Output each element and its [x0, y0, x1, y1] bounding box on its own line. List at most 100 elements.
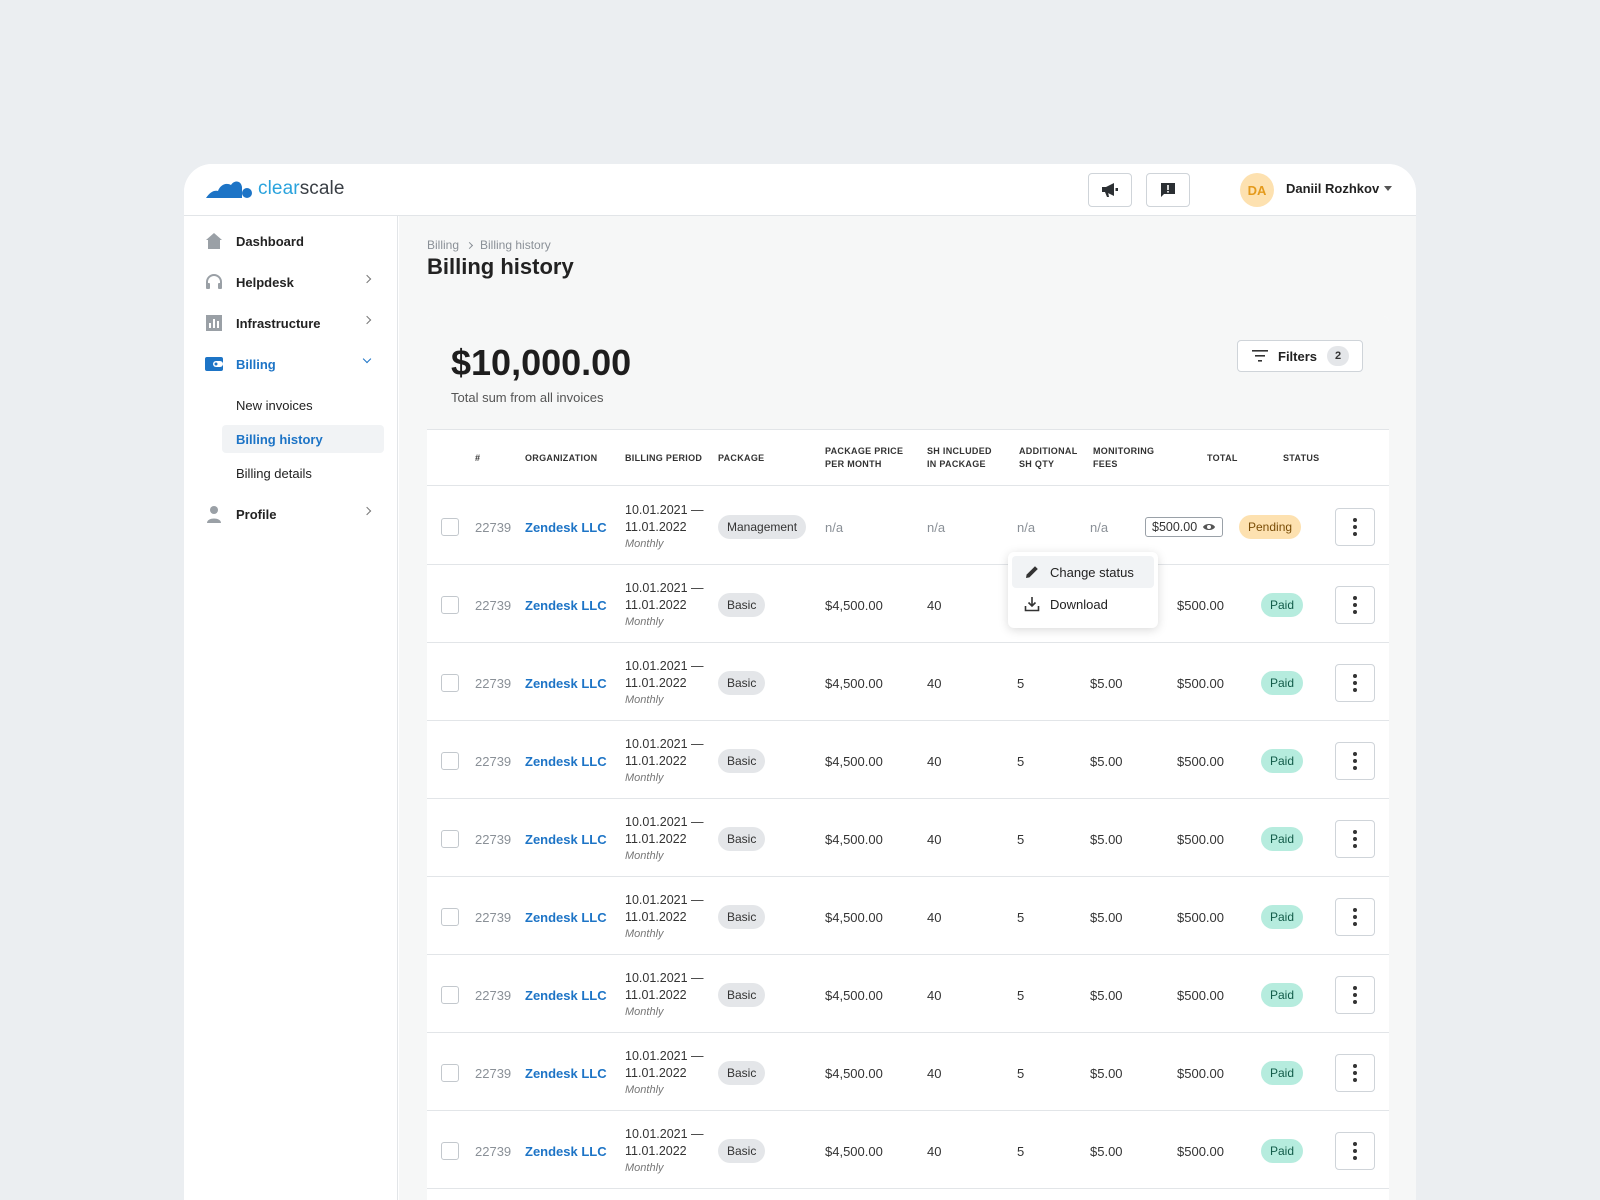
invoice-id: 22739	[475, 753, 512, 769]
sidebar-subitem-billing-history[interactable]: Billing history	[222, 425, 384, 453]
row-actions-button[interactable]	[1335, 976, 1375, 1014]
feedback-button[interactable]	[1146, 173, 1190, 207]
package-badge: Basic	[718, 593, 766, 617]
organization-link[interactable]: Zendesk LLC	[525, 721, 607, 801]
header-additional-sh[interactable]: ADDITIONAL SH QTY	[1019, 430, 1078, 486]
row-checkbox[interactable]	[441, 986, 459, 1004]
package-cell: Basic	[718, 877, 766, 957]
table-row[interactable]: 22739 Zendesk LLC 10.01.2021 — 11.01.2022 Mo…	[427, 643, 1389, 721]
sidebar-item-helpdesk[interactable]: Helpdesk	[204, 267, 372, 297]
row-actions-button[interactable]	[1335, 508, 1375, 546]
kebab-dot-icon	[1353, 1149, 1357, 1153]
table-row[interactable]: 22739 Zendesk LLC 10.01.2021 — 11.01.2022 Mo…	[427, 721, 1389, 799]
header-monitoring-fees[interactable]: MONITORING FEES	[1093, 430, 1154, 486]
organization-link[interactable]: Zendesk LLC	[525, 877, 607, 957]
row-actions-button[interactable]	[1335, 1132, 1375, 1170]
sidebar-item-profile[interactable]: Profile	[204, 499, 372, 529]
filters-count-badge: 2	[1327, 346, 1350, 366]
row-actions-button[interactable]	[1335, 742, 1375, 780]
row-actions-button[interactable]	[1335, 664, 1375, 702]
sidebar-item-billing[interactable]: Billing	[204, 349, 372, 379]
table-row[interactable]: 22739 Zendesk LLC 10.01.2021 — 11.01.2022 Mo…	[427, 1111, 1389, 1189]
total-value: $500.00	[1177, 1143, 1224, 1159]
package-cell: Basic	[718, 955, 766, 1035]
kebab-dot-icon	[1353, 1078, 1357, 1082]
row-checkbox[interactable]	[441, 1142, 459, 1160]
user-name[interactable]: Daniil Rozhkov	[1286, 181, 1379, 196]
kebab-dot-icon	[1353, 766, 1357, 770]
user-avatar[interactable]: DA	[1240, 173, 1274, 207]
header-sh-included[interactable]: SH INCLUDED IN PACKAGE	[927, 430, 992, 486]
menu-item-change-status[interactable]: Change status	[1012, 556, 1154, 588]
table-row[interactable]: 22739 Zendesk LLC 10.01.2021 — 11.01.2022 Mo…	[427, 1033, 1389, 1111]
organization-link[interactable]: Zendesk LLC	[525, 643, 607, 723]
period-frequency: Monthly	[625, 927, 664, 940]
package-cell: Basic	[718, 1033, 766, 1113]
period-end: 11.01.2022	[625, 987, 687, 1002]
sidebar-subitem-billing-details[interactable]: Billing details	[222, 459, 384, 487]
sh-included: 40	[927, 753, 942, 769]
package-cell: Basic	[718, 721, 766, 801]
status-badge: Paid	[1261, 1061, 1304, 1085]
header-number[interactable]: #	[475, 430, 480, 486]
row-actions-button[interactable]	[1335, 820, 1375, 858]
period-frequency: Monthly	[625, 1083, 664, 1096]
sidebar-item-dashboard[interactable]: Dashboard	[204, 226, 372, 256]
period-start: 10.01.2021 —	[625, 736, 704, 751]
table-row[interactable]: 22739 Zendesk LLC 10.01.2021 — 11.01.2022 Mo…	[427, 955, 1389, 1033]
table-row[interactable]: 22739 Zendesk LLC 10.01.2021 — 11.01.2022 Mo…	[427, 877, 1389, 955]
header-package[interactable]: PACKAGE	[718, 430, 764, 486]
sidebar-item-infrastructure[interactable]: Infrastructure	[204, 308, 372, 338]
kebab-dot-icon	[1353, 518, 1357, 522]
row-checkbox[interactable]	[441, 908, 459, 926]
invoice-id: 22739	[475, 1065, 512, 1081]
clearscale-logo[interactable]: clearscale	[204, 178, 345, 200]
period-frequency: Monthly	[625, 771, 664, 784]
organization-link[interactable]: Zendesk LLC	[525, 799, 607, 879]
table-row[interactable]: 22739 Zendesk LLC 10.01.2021 — 11.01.2022 Mo…	[427, 799, 1389, 877]
user-menu-caret-icon[interactable]	[1384, 186, 1392, 191]
row-checkbox[interactable]	[441, 830, 459, 848]
organization-link[interactable]: Zendesk LLC	[525, 565, 607, 645]
period-start: 10.01.2021 —	[625, 814, 704, 829]
period-frequency: Monthly	[625, 1005, 664, 1018]
invoice-id: 22739	[475, 831, 512, 847]
row-actions-button[interactable]	[1335, 1054, 1375, 1092]
row-checkbox[interactable]	[441, 596, 459, 614]
sidebar-subitem-new-invoices[interactable]: New invoices	[222, 391, 384, 419]
header-organization[interactable]: ORGANIZATION	[525, 430, 597, 486]
table-row[interactable]: 22739 Zendesk LLC 10.01.2021 — 11.01.2022 Mo…	[427, 487, 1389, 565]
logo-text: clearscale	[258, 178, 345, 200]
invoice-id: 22739	[475, 1143, 512, 1159]
header-status[interactable]: STATUS	[1283, 430, 1319, 486]
organization-link[interactable]: Zendesk LLC	[525, 487, 607, 567]
additional-sh-qty: 5	[1017, 831, 1025, 847]
header-package-price[interactable]: PACKAGE PRICE PER MONTH	[825, 430, 903, 486]
filters-button[interactable]: Filters 2	[1237, 340, 1363, 372]
row-checkbox[interactable]	[441, 1064, 459, 1082]
header-billing-period[interactable]: BILLING PERIOD	[625, 430, 702, 486]
organization-link[interactable]: Zendesk LLC	[525, 1111, 607, 1191]
organization-link[interactable]: Zendesk LLC	[525, 955, 607, 1035]
row-actions-button[interactable]	[1335, 898, 1375, 936]
menu-item-label: Change status	[1050, 564, 1134, 580]
status-badge: Paid	[1261, 983, 1304, 1007]
kebab-dot-icon	[1353, 993, 1357, 997]
menu-item-download[interactable]: Download	[1012, 588, 1154, 620]
announcements-button[interactable]	[1088, 173, 1132, 207]
sh-included: 40	[927, 987, 942, 1003]
sidebar-item-label: Billing	[236, 356, 276, 372]
total-value: $500.00	[1177, 831, 1224, 847]
table-row[interactable]: 22739 Zendesk LLC 10.01.2021 — 11.01.2022 Mo…	[427, 565, 1389, 643]
row-checkbox[interactable]	[441, 752, 459, 770]
row-actions-button[interactable]	[1335, 586, 1375, 624]
row-checkbox[interactable]	[441, 674, 459, 692]
kebab-dot-icon	[1353, 603, 1357, 607]
breadcrumb-billing[interactable]: Billing	[427, 238, 459, 252]
total-amount-field[interactable]: $500.00	[1145, 517, 1224, 537]
organization-link[interactable]: Zendesk LLC	[525, 1033, 607, 1113]
filters-label: Filters	[1278, 348, 1318, 364]
row-checkbox[interactable]	[441, 518, 459, 536]
header-total[interactable]: TOTAL	[1207, 430, 1238, 486]
billing-period: 10.01.2021 — 11.01.2022 Monthly	[625, 955, 704, 1035]
